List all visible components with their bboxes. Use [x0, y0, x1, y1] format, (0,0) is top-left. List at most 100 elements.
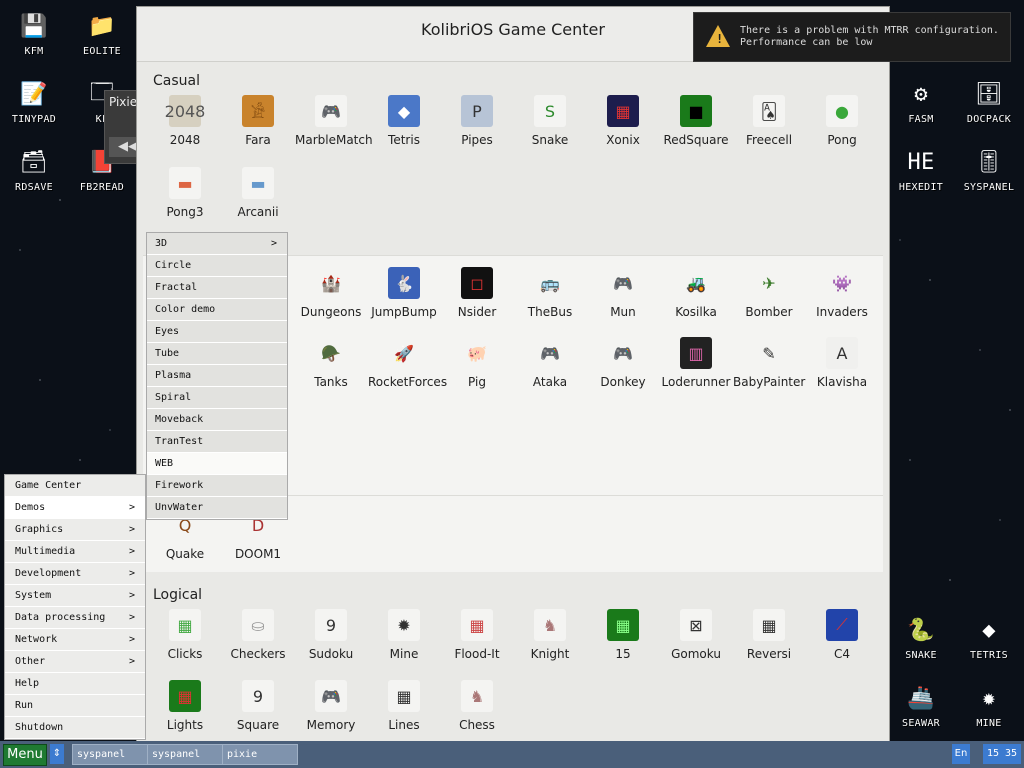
- submenu-item-plasma[interactable]: Plasma: [147, 365, 287, 387]
- submenu-item-3d[interactable]: 3D >: [147, 233, 287, 255]
- game-lights[interactable]: ▦ Lights: [149, 680, 221, 732]
- game-chess[interactable]: ♞ Chess: [441, 680, 513, 732]
- game-fara[interactable]: 𓀀 Fara: [222, 95, 294, 147]
- submenu-item-web[interactable]: WEB: [147, 453, 287, 475]
- game-jumpbump[interactable]: 🐇 JumpBump: [368, 267, 440, 319]
- submenu-item-unvwater[interactable]: UnvWater: [147, 497, 287, 519]
- game-kosilka[interactable]: 🚜 Kosilka: [660, 267, 732, 319]
- desktop-icon-docpack[interactable]: 🗄 DOCPACK: [957, 78, 1021, 126]
- taskbar-task-syspanel[interactable]: syspanel: [147, 744, 223, 765]
- game-tanks[interactable]: 🪖 Tanks: [295, 337, 367, 389]
- game-icon: ▦: [753, 609, 785, 641]
- game-mine[interactable]: ✹ Mine: [368, 609, 440, 661]
- game-15[interactable]: ▦ 15: [587, 609, 659, 661]
- desktop-icon-fasm[interactable]: ⚙ FASM: [889, 78, 953, 126]
- submenu-item-firework[interactable]: Firework: [147, 475, 287, 497]
- menu-item-run[interactable]: Run: [5, 695, 145, 717]
- game-lines[interactable]: ▦ Lines: [368, 680, 440, 732]
- menu-button[interactable]: Menu: [3, 744, 47, 766]
- game-flood-it[interactable]: ▦ Flood-It: [441, 609, 513, 661]
- desktop-icon-tetris[interactable]: ◆ TETRIS: [957, 614, 1021, 662]
- game-pipes[interactable]: P Pipes: [441, 95, 513, 147]
- menu-item-demos[interactable]: Demos >: [5, 497, 145, 519]
- game-arcanii[interactable]: ▬ Arcanii: [222, 167, 294, 219]
- menu-item-graphics[interactable]: Graphics >: [5, 519, 145, 541]
- task-switch-icon[interactable]: ⇕: [50, 744, 64, 764]
- desktop-icon-eolite[interactable]: 📁 EOLITE: [70, 10, 134, 58]
- submenu-item-label: 3D: [155, 238, 168, 249]
- desktop-icon-seawar[interactable]: 🚢 SEAWAR: [889, 682, 953, 730]
- game-marblematch[interactable]: 🎮 MarbleMatch: [295, 95, 373, 147]
- game-label: 2048: [169, 133, 201, 147]
- game-memory[interactable]: 🎮 Memory: [295, 680, 367, 732]
- game-donkey[interactable]: 🎮 Donkey: [587, 337, 659, 389]
- game-snake[interactable]: S Snake: [514, 95, 586, 147]
- menu-item-game-center[interactable]: Game Center: [5, 475, 145, 497]
- menu-item-multimedia[interactable]: Multimedia >: [5, 541, 145, 563]
- game-tetris[interactable]: ◆ Tetris: [368, 95, 440, 147]
- game-loderunner[interactable]: ▥ Loderunner: [660, 337, 732, 389]
- game-pong[interactable]: ● Pong: [806, 95, 878, 147]
- game-redsquare[interactable]: ■ RedSquare: [660, 95, 732, 147]
- game-icon: ◻: [461, 267, 493, 299]
- game-c4[interactable]: ⟋ C4: [806, 609, 878, 661]
- desktop-icon-label: DOCPACK: [966, 114, 1012, 125]
- game-2048[interactable]: 2048 2048: [149, 95, 221, 147]
- mtrr-notification[interactable]: ! There is a problem with MTRR configura…: [693, 12, 1011, 62]
- submenu-item-tube[interactable]: Tube: [147, 343, 287, 365]
- game-freecell[interactable]: 🂡 Freecell: [733, 95, 805, 147]
- game-thebus[interactable]: 🚌 TheBus: [514, 267, 586, 319]
- desktop-icon-tinypad[interactable]: 📝 TINYPAD: [2, 78, 66, 126]
- game-mun[interactable]: 🎮 Mun: [587, 267, 659, 319]
- game-bomber[interactable]: ✈ Bomber: [733, 267, 805, 319]
- desktop-icon-syspanel[interactable]: 🎚 SYSPANEL: [957, 146, 1021, 194]
- desktop-icon-rdsave[interactable]: 🗃 RDSAVE: [2, 146, 66, 194]
- submenu-item-fractal[interactable]: Fractal: [147, 277, 287, 299]
- game-pong3[interactable]: ▬ Pong3: [149, 167, 221, 219]
- menu-item-label: Shutdown: [15, 722, 64, 733]
- game-babypainter[interactable]: ✎ BabyPainter: [733, 337, 805, 389]
- desktop-icon-snake[interactable]: 🐍 SNAKE: [889, 614, 953, 662]
- game-reversi[interactable]: ▦ Reversi: [733, 609, 805, 661]
- clock[interactable]: 15 35: [983, 744, 1021, 764]
- menu-item-development[interactable]: Development >: [5, 563, 145, 585]
- desktop-icon-mine[interactable]: ✹ MINE: [957, 682, 1021, 730]
- game-dungeons[interactable]: 🏰 Dungeons: [295, 267, 367, 319]
- fasm-icon: ⚙: [914, 81, 928, 107]
- game-ataka[interactable]: 🎮 Ataka: [514, 337, 586, 389]
- game-xonix[interactable]: ▦ Xonix: [587, 95, 659, 147]
- submenu-item-trantest[interactable]: TranTest: [147, 431, 287, 453]
- game-sudoku[interactable]: 9 Sudoku: [295, 609, 367, 661]
- game-pig[interactable]: 🐖 Pig: [441, 337, 513, 389]
- game-checkers[interactable]: ⛀ Checkers: [222, 609, 294, 661]
- desktop-icon-hexedit[interactable]: HE HEXEDIT: [889, 146, 953, 194]
- game-rocketforces[interactable]: 🚀 RocketForces: [368, 337, 447, 389]
- menu-item-label: System: [15, 590, 52, 601]
- desktop-icon-label: FASM: [908, 114, 934, 125]
- game-square[interactable]: 9 Square: [222, 680, 294, 732]
- game-nsider[interactable]: ◻ Nsider: [441, 267, 513, 319]
- submenu-item-spiral[interactable]: Spiral: [147, 387, 287, 409]
- menu-item-help[interactable]: Help: [5, 673, 145, 695]
- game-knight[interactable]: ♞ Knight: [514, 609, 586, 661]
- submenu-item-circle[interactable]: Circle: [147, 255, 287, 277]
- desktop-icon-kfm[interactable]: 💾 KFM: [2, 10, 66, 58]
- game-klavisha[interactable]: A Klavisha: [806, 337, 878, 389]
- submenu-item-eyes[interactable]: Eyes: [147, 321, 287, 343]
- taskbar-task-syspanel[interactable]: syspanel: [72, 744, 148, 765]
- game-clicks[interactable]: ▦ Clicks: [149, 609, 221, 661]
- menu-item-other[interactable]: Other >: [5, 651, 145, 673]
- submenu-item-moveback[interactable]: Moveback: [147, 409, 287, 431]
- language-indicator[interactable]: En: [952, 744, 970, 764]
- menu-item-network[interactable]: Network >: [5, 629, 145, 651]
- game-invaders[interactable]: 👾 Invaders: [806, 267, 878, 319]
- menu-item-label: Demos: [15, 502, 46, 513]
- chevron-right-icon: >: [128, 502, 135, 513]
- game-gomoku[interactable]: ⊠ Gomoku: [660, 609, 732, 661]
- game-label: Flood-It: [454, 647, 500, 661]
- menu-item-system[interactable]: System >: [5, 585, 145, 607]
- menu-item-shutdown[interactable]: Shutdown: [5, 717, 145, 739]
- taskbar-task-pixie[interactable]: pixie: [222, 744, 298, 765]
- submenu-item-color-demo[interactable]: Color demo: [147, 299, 287, 321]
- menu-item-data-processing[interactable]: Data processing >: [5, 607, 145, 629]
